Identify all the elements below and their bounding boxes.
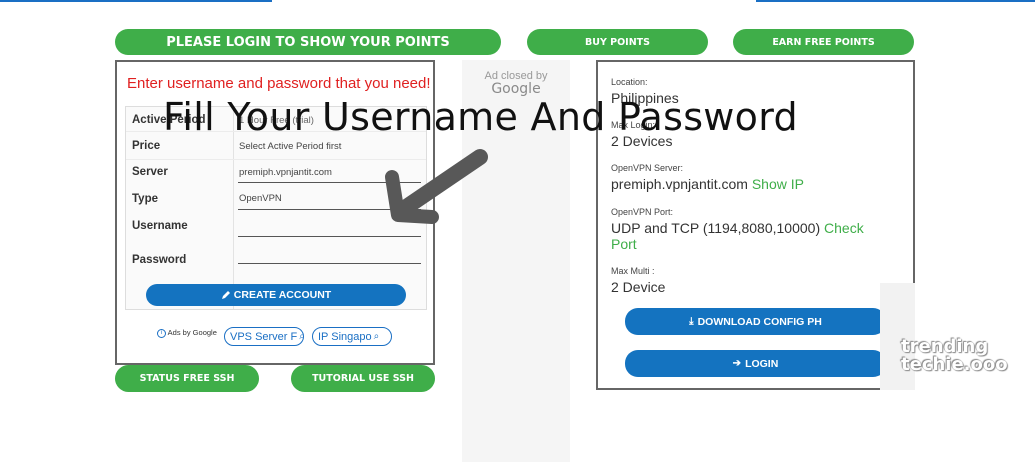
search-icon: ⌕ <box>299 331 303 342</box>
ad-link-label: IP Singapo <box>318 330 372 343</box>
openvpn-server-label: OpenVPN Server: <box>611 163 684 173</box>
max-multi-value: 2 Device <box>611 279 666 295</box>
ad-link-ip-singapore[interactable]: IP Singapo ⌕ <box>312 327 392 346</box>
login-to-show-points-button[interactable]: PLEASE LOGIN TO SHOW YOUR POINTS <box>115 29 501 55</box>
show-ip-link[interactable]: Show IP <box>752 176 804 192</box>
openvpn-server-value: premiph.vpnjantit.com <box>611 176 748 192</box>
ad-closed-notice: Ad closed by Google <box>462 70 570 96</box>
top-accent-left <box>0 0 272 2</box>
check-port-link[interactable]: Check <box>824 220 864 236</box>
download-config-label: DOWNLOAD CONFIG PH <box>697 315 822 328</box>
create-account-label: CREATE ACCOUNT <box>233 289 332 301</box>
pencil-icon <box>221 291 230 299</box>
overlay-instruction: Fill Your Username And Password <box>163 95 798 139</box>
check-port-link-continued[interactable]: Port <box>611 236 637 252</box>
watermark-logo: trending techie.ooo <box>901 338 1008 374</box>
openvpn-port-label: OpenVPN Port: <box>611 207 674 217</box>
ad-link-label: VPS Server F <box>230 330 298 343</box>
download-icon: ⤓ <box>689 316 694 327</box>
type-label: Type <box>132 193 158 205</box>
openvpn-port-value: UDP and TCP (1194,8080,10000) <box>611 220 821 236</box>
server-label: Server <box>132 166 168 178</box>
watermark-line2: techie.ooo <box>901 354 1008 375</box>
openvpn-server-row: premiph.vpnjantit.com Show IP <box>611 176 804 192</box>
location-label: Location: <box>611 77 648 87</box>
login-label: LOGIN <box>745 357 779 370</box>
search-icon: ⌕ <box>373 331 380 342</box>
earn-free-points-button[interactable]: EARN FREE POINTS <box>733 29 914 55</box>
password-input-underline <box>238 263 421 264</box>
openvpn-port-row: UDP and TCP (1194,8080,10000) Check <box>611 220 864 236</box>
login-button[interactable]: ➔ LOGIN <box>625 350 886 377</box>
ad-link-vps-server[interactable]: VPS Server F ⌕ <box>224 327 304 346</box>
create-account-button[interactable]: CREATE ACCOUNT <box>146 284 406 306</box>
max-multi-label: Max Multi : <box>611 266 655 276</box>
username-input-underline <box>238 236 421 237</box>
sign-in-icon: ➔ <box>732 358 742 369</box>
ads-by-google-label: Ads by Google <box>167 328 217 337</box>
info-icon: i <box>157 328 166 338</box>
password-label: Password <box>132 254 187 266</box>
download-config-button[interactable]: ⤓ DOWNLOAD CONFIG PH <box>625 308 886 335</box>
status-free-ssh-button[interactable]: STATUS FREE SSH <box>115 365 259 392</box>
tutorial-use-ssh-button[interactable]: TUTORIAL USE SSH <box>291 365 435 392</box>
password-input[interactable] <box>239 247 419 263</box>
price-label: Price <box>132 140 161 152</box>
buy-points-button[interactable]: BUY POINTS <box>527 29 708 55</box>
arrow-annotation-icon <box>385 149 488 224</box>
username-label: Username <box>132 220 188 232</box>
ads-by-google[interactable]: i Ads by Google <box>157 328 217 338</box>
error-message: Enter username and password that you nee… <box>127 75 431 92</box>
top-accent-right <box>756 0 1035 2</box>
